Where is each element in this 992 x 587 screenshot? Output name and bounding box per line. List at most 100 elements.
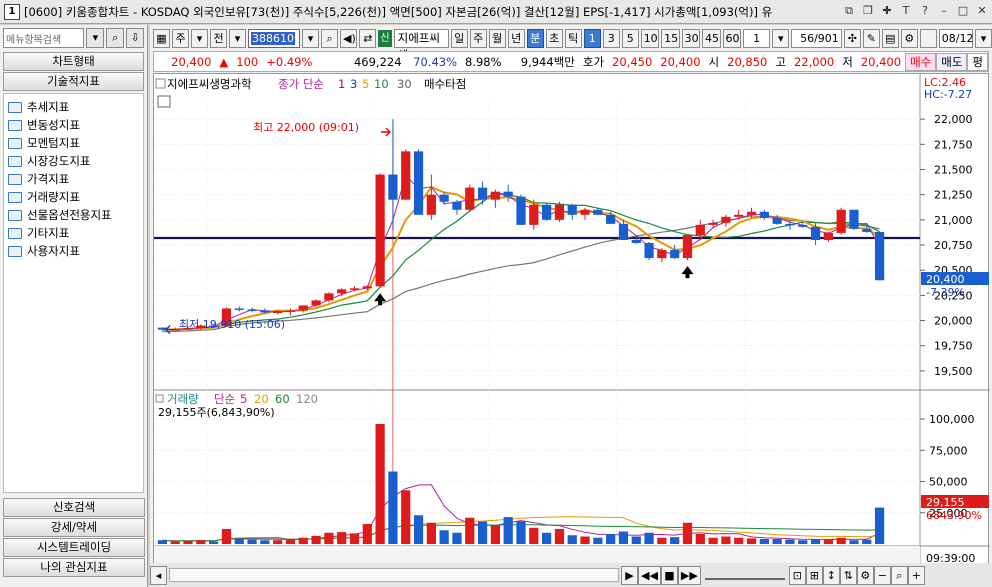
period-unit-select[interactable]: 주	[172, 28, 189, 48]
chevron-down-icon[interactable]: ▾	[191, 28, 208, 48]
volume-bar	[759, 539, 769, 544]
volume-bar	[337, 532, 347, 544]
tab-second[interactable]: 초	[545, 28, 563, 48]
candlestick-chart[interactable]: 22,000 21,750 21,500 21,250 21,000 20,750 20,5…	[153, 73, 990, 574]
chart-svg[interactable]: 22,00021,75021,50021,25021,00020,75020,5…	[154, 74, 990, 574]
arrange-icon[interactable]: ⇅	[839, 565, 857, 585]
chevron-down-icon[interactable]: ▾	[229, 28, 246, 48]
zoom-out-icon[interactable]: −	[873, 565, 891, 585]
count-display[interactable]: 56/901	[791, 28, 842, 48]
dropdown-icon[interactable]: ▾	[86, 28, 105, 48]
chart-type-button[interactable]: 차트형태	[3, 52, 144, 71]
tree-item[interactable]: 거래량지표	[8, 188, 139, 206]
candle-body	[273, 311, 283, 313]
interval-select[interactable]: 1	[742, 28, 771, 48]
crosshair-icon[interactable]: ✣	[843, 28, 861, 48]
chevron-down-icon[interactable]: ▾	[975, 28, 992, 48]
minute-15[interactable]: 15	[661, 28, 680, 48]
tab-day[interactable]: 일	[450, 28, 468, 48]
folder-icon	[8, 245, 22, 257]
scale-icon[interactable]: ↕	[822, 565, 840, 585]
tree-item[interactable]: 선물옵션전용지표	[8, 206, 139, 224]
volume-bar	[862, 539, 872, 544]
my-indicators-button[interactable]: 나의 관심지표	[3, 558, 145, 577]
magnify-icon[interactable]: ⌕	[890, 565, 908, 585]
signal-search-button[interactable]: 신호검색	[3, 498, 145, 517]
pin-icon[interactable]: ✚	[879, 3, 895, 19]
help-icon[interactable]: ?	[917, 3, 933, 19]
link-icon[interactable]: ⧉	[841, 3, 857, 19]
scroll-left-icon[interactable]: ◂	[150, 565, 167, 585]
strength-button[interactable]: 강세/약세	[3, 518, 145, 537]
tab-year[interactable]: 년	[507, 28, 525, 48]
volume-bar	[490, 525, 500, 544]
chevron-down-icon[interactable]: ▾	[772, 28, 790, 48]
tree-item[interactable]: 변동성지표	[8, 116, 139, 134]
tree-item[interactable]: 가격지표	[8, 170, 139, 188]
grid-icon[interactable]: ▦	[153, 28, 170, 48]
zoom-in-icon[interactable]: +	[907, 565, 925, 585]
minute-60[interactable]: 60	[722, 28, 741, 48]
chevron-down-icon[interactable]: ▾	[302, 28, 320, 48]
minute-10[interactable]: 10	[640, 28, 660, 48]
font-icon[interactable]: T	[898, 3, 914, 19]
tree-item[interactable]: 모멘텀지표	[8, 134, 139, 152]
zoom-fit-icon[interactable]: ⊡	[788, 565, 806, 585]
tree-item[interactable]: 사용자지표	[8, 242, 139, 260]
candle-body	[734, 214, 744, 217]
maximize-icon[interactable]: □	[955, 3, 971, 19]
checkbox[interactable]	[919, 28, 937, 48]
system-trading-button[interactable]: 시스템트레이딩	[3, 538, 145, 557]
candle-body	[593, 209, 603, 215]
candle-body	[823, 232, 833, 240]
volume-bar	[580, 536, 590, 544]
rewind-icon[interactable]: ◀◀	[638, 565, 661, 585]
price-tick-label: 21,500	[934, 163, 973, 176]
volume-bar	[810, 539, 821, 544]
mode-select[interactable]: 전	[210, 28, 227, 48]
open-price: 20,850	[727, 54, 768, 69]
minute-30[interactable]: 30	[681, 28, 701, 48]
tab-week[interactable]: 주	[469, 28, 487, 48]
candle-body	[606, 214, 616, 224]
draw-icon[interactable]: ✎	[862, 28, 880, 48]
minute-3[interactable]: 3	[602, 28, 620, 48]
scrollbar[interactable]	[169, 568, 619, 582]
minute-1[interactable]: 1	[583, 28, 601, 48]
close-icon[interactable]: ✕	[974, 3, 990, 19]
tab-minute[interactable]: 분	[526, 28, 544, 48]
tree-item[interactable]: 시장강도지표	[8, 152, 139, 170]
tab-month[interactable]: 월	[488, 28, 506, 48]
eval-button[interactable]: 평	[967, 52, 988, 71]
download-icon[interactable]: ⇩	[126, 28, 145, 48]
date-display[interactable]: 08/12	[938, 28, 974, 48]
search-icon[interactable]: ⌕	[321, 28, 339, 48]
speaker-icon[interactable]: ◀)	[340, 28, 358, 48]
minute-5[interactable]: 5	[621, 28, 639, 48]
stop-icon[interactable]: ■	[660, 565, 678, 585]
zoom-range-icon[interactable]: ⊞	[805, 565, 823, 585]
minute-45[interactable]: 45	[702, 28, 721, 48]
stock-code-input[interactable]: 388610	[248, 28, 301, 48]
copy-icon[interactable]: ❐	[860, 3, 876, 19]
sell-button[interactable]: 매도	[936, 52, 968, 71]
tree-item[interactable]: 기타지표	[8, 224, 139, 242]
save-icon[interactable]: ▤	[881, 28, 899, 48]
fast-forward-icon[interactable]: ▶▶	[677, 565, 701, 585]
volume-bar	[567, 535, 577, 544]
menu-search-input[interactable]: 메뉴항목검색	[3, 28, 85, 48]
technical-indicator-button[interactable]: 기술적지표	[3, 72, 144, 91]
buy-button[interactable]: 매수	[905, 52, 937, 71]
minimize-icon[interactable]: –	[936, 3, 952, 19]
swap-icon[interactable]: ⇄	[359, 28, 377, 48]
speed-slider[interactable]	[704, 570, 785, 580]
calendar-icon[interactable]	[157, 95, 171, 108]
volume-bar	[413, 515, 424, 544]
play-icon[interactable]: ▶	[621, 565, 638, 585]
tab-tick[interactable]: 틱	[564, 28, 582, 48]
search-icon[interactable]: ⌕	[106, 28, 125, 48]
tree-item[interactable]: 추세지표	[8, 98, 139, 116]
settings-icon[interactable]: ⚙	[900, 28, 918, 48]
volume-bar	[734, 537, 744, 544]
settings-icon[interactable]: ⚙	[856, 565, 874, 585]
